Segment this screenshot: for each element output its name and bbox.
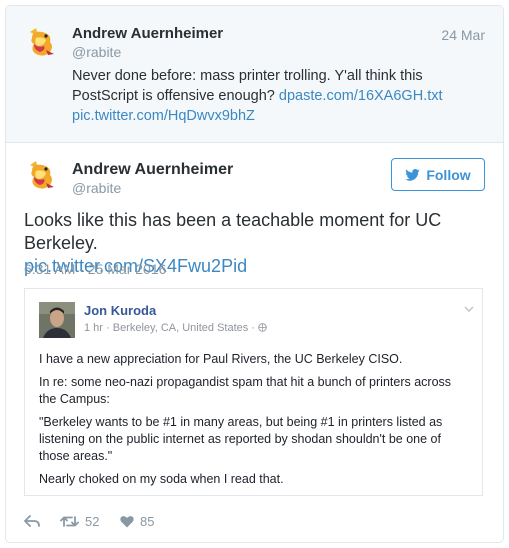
fb-paragraph: In re: some neo-nazi propagandist spam t…: [39, 375, 452, 406]
author-name[interactable]: Andrew Auernheimer: [72, 25, 223, 42]
heart-icon: [120, 515, 134, 527]
dpaste-link[interactable]: dpaste.com/16XA6GH.txt: [279, 88, 443, 104]
tweet-date[interactable]: 24 Mar: [441, 27, 485, 43]
tweet-timestamp[interactable]: 6:31 AM - 25 Mar 2016: [24, 261, 166, 277]
tweet-embed: Andrew Auernheimer @rabite 24 Mar Never …: [5, 5, 504, 543]
fb-paragraph: "Berkeley wants to be #1 in many areas, …: [39, 415, 443, 463]
rabbit-avatar-icon: [24, 24, 60, 60]
reply-button[interactable]: [24, 514, 60, 528]
tweet-text: Never done before: mass printer trolling…: [72, 66, 482, 126]
parent-tweet: Andrew Auernheimer @rabite 24 Mar Never …: [6, 6, 503, 143]
fb-paragraph: I have a new appreciation for Paul River…: [39, 352, 403, 366]
chevron-down-icon: [464, 301, 474, 315]
follow-label: Follow: [426, 166, 471, 183]
like-count: 85: [140, 513, 155, 529]
retweet-icon: [60, 515, 79, 527]
twitter-bird-icon: [405, 168, 421, 181]
reply-icon: [24, 514, 40, 527]
fb-post-body: I have a new appreciation for Paul River…: [39, 351, 469, 494]
fb-post-meta: 1 hr · Berkeley, CA, United States ·: [84, 322, 267, 334]
retweet-button[interactable]: 52: [60, 514, 120, 529]
fb-meta-text: 1 hr · Berkeley, CA, United States ·: [84, 322, 259, 334]
fb-avatar: [39, 302, 75, 338]
globe-icon: [258, 323, 267, 332]
author-handle[interactable]: @rabite: [72, 180, 121, 196]
retweet-count: 52: [85, 513, 100, 529]
like-button[interactable]: 85: [120, 514, 154, 529]
fb-author-name: Jon Kuroda: [84, 303, 157, 318]
follow-button[interactable]: Follow: [391, 158, 485, 191]
facebook-post-screenshot[interactable]: Jon Kuroda 1 hr · Berkeley, CA, United S…: [24, 288, 483, 496]
person-photo-icon: [39, 302, 75, 338]
pic-link[interactable]: pic.twitter.com/HqDwvx9bhZ: [72, 108, 255, 124]
fb-paragraph: Nearly choked on my soda when I read tha…: [39, 472, 284, 486]
rabbit-avatar-icon: [24, 157, 60, 193]
tweet-actions: 52 85: [24, 511, 154, 531]
author-name[interactable]: Andrew Auernheimer: [72, 161, 233, 179]
avatar[interactable]: [24, 157, 60, 193]
avatar[interactable]: [24, 24, 60, 60]
author-handle[interactable]: @rabite: [72, 44, 121, 60]
tweet-text-body: Looks like this has been a teachable mom…: [24, 210, 442, 253]
